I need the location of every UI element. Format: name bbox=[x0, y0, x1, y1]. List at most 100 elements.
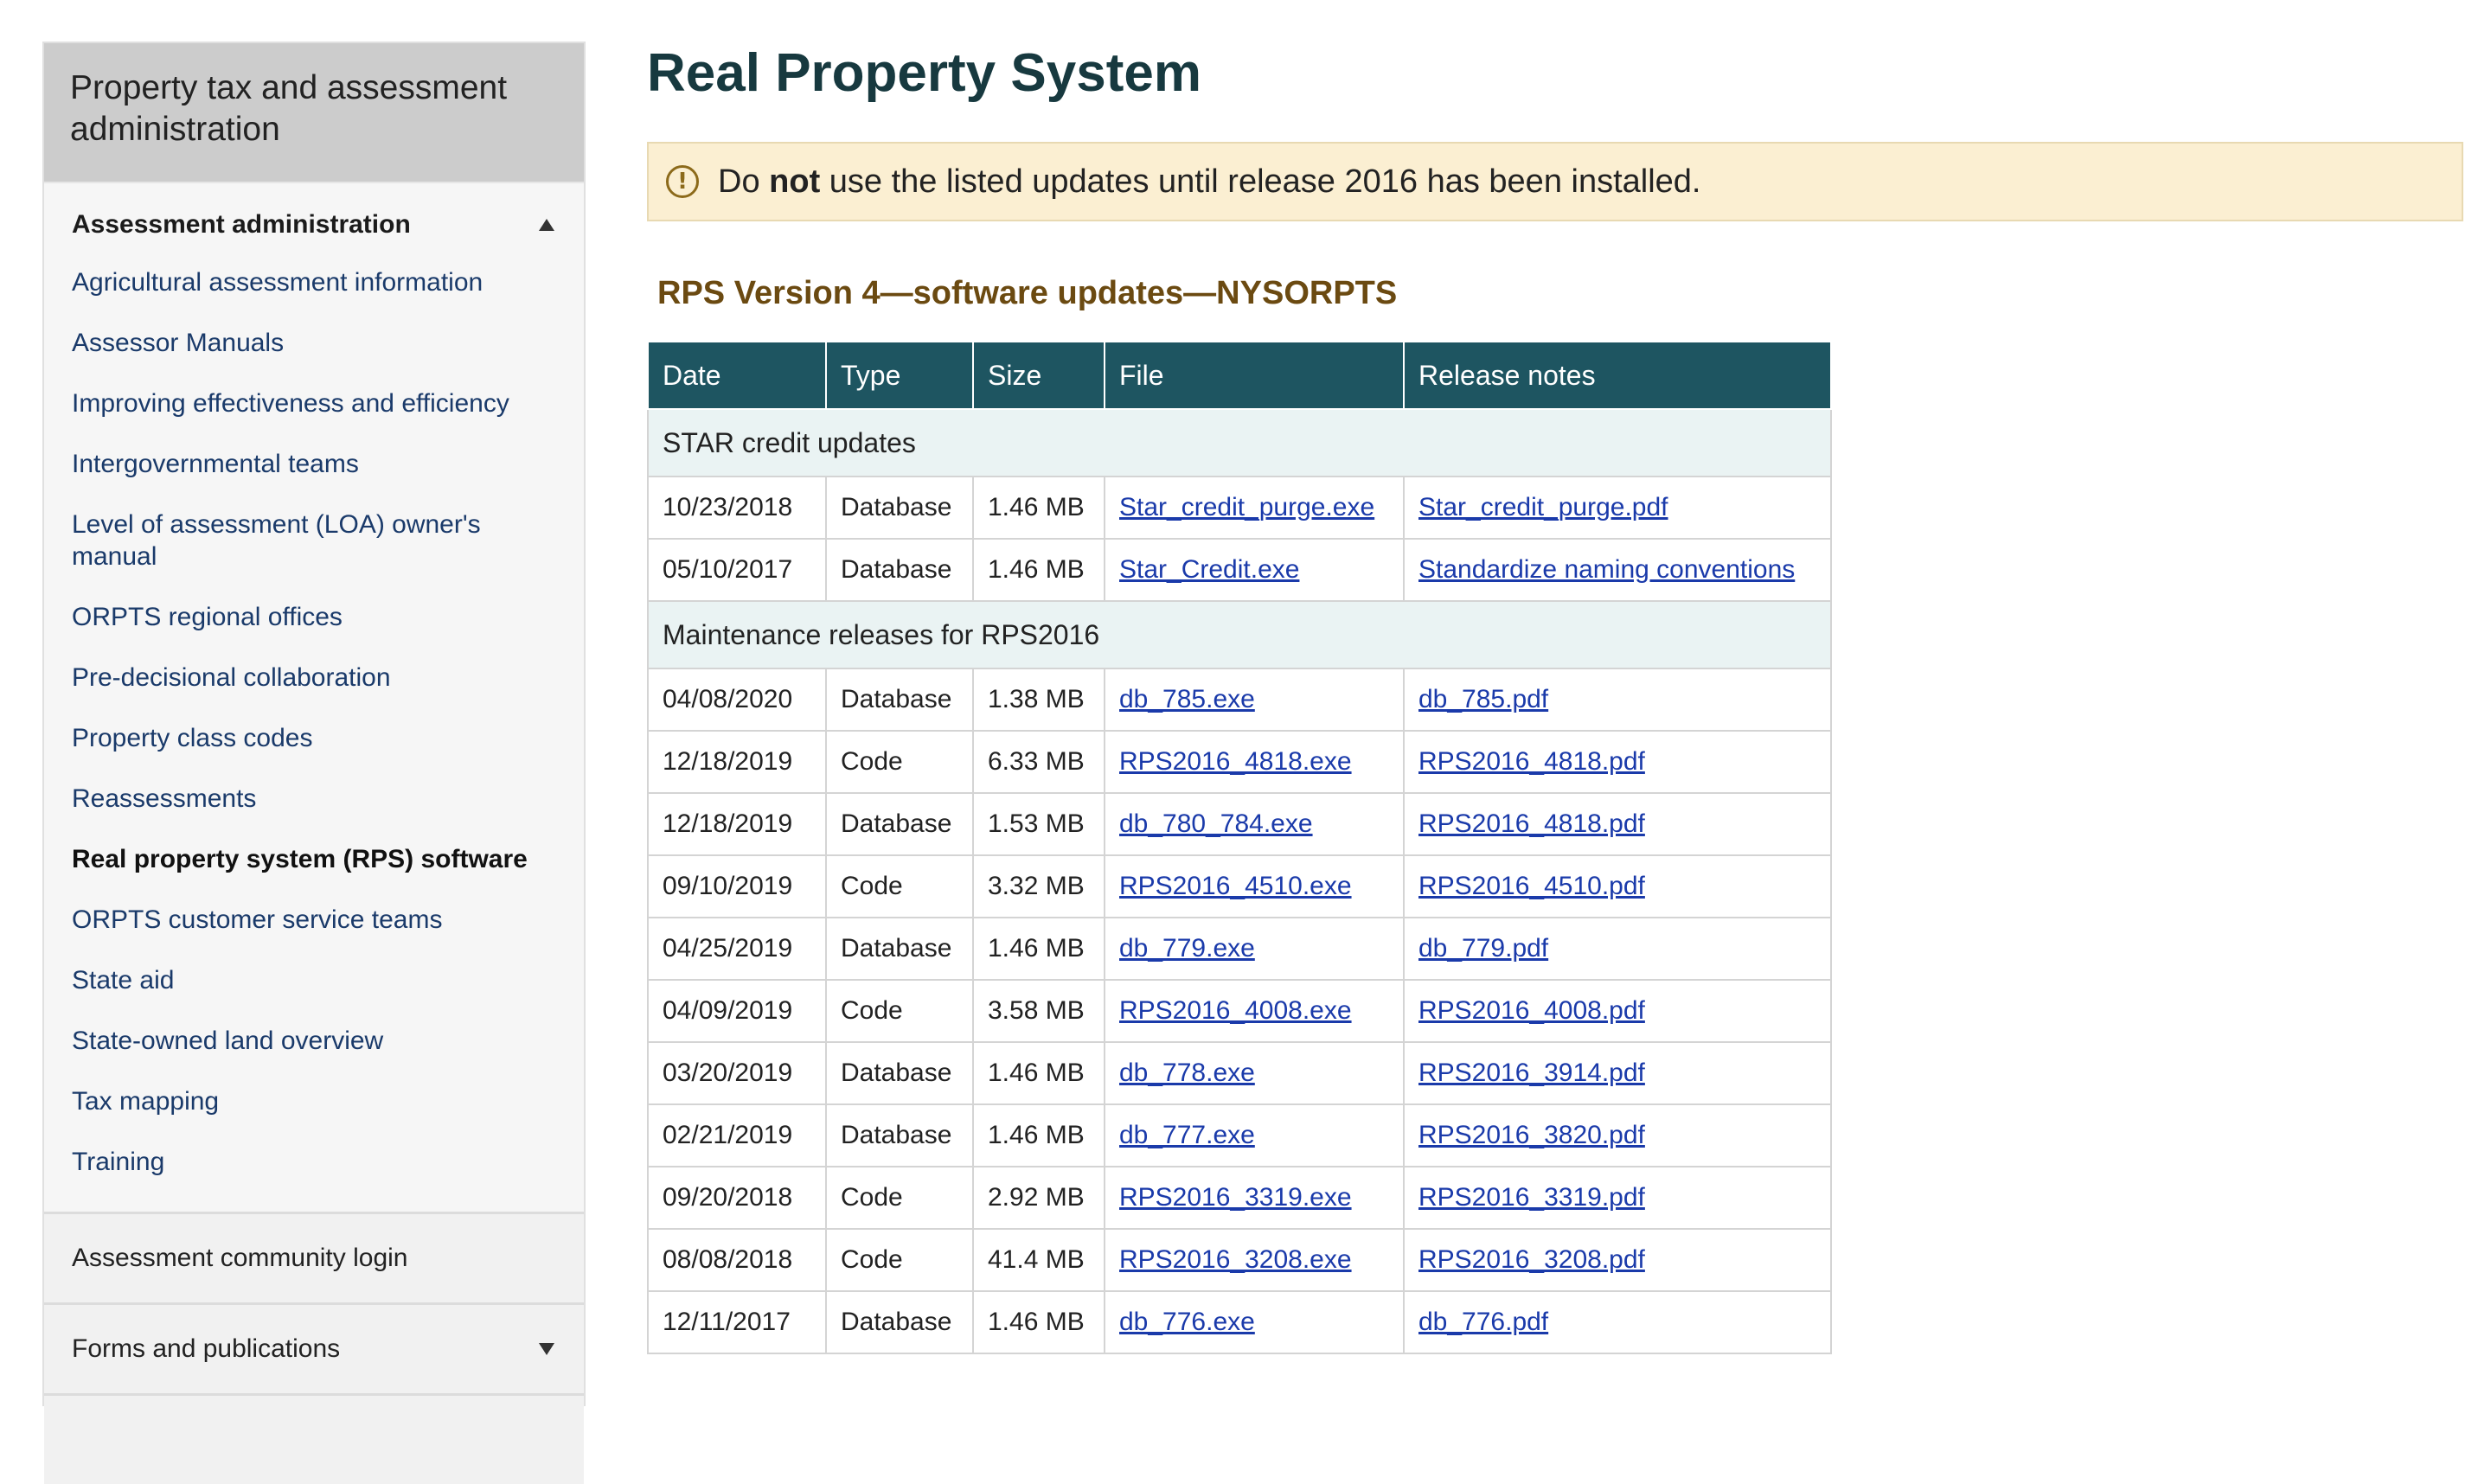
file-download-link[interactable]: RPS2016_4510.exe bbox=[1119, 872, 1352, 900]
table-row: 04/08/2020 Database 1.38 MB db_785.exe db_78… bbox=[647, 668, 1832, 732]
exclamation-circle-icon: ! bbox=[666, 165, 699, 198]
file-download-link[interactable]: db_785.exe bbox=[1119, 685, 1255, 713]
cell-date: 10/23/2018 bbox=[647, 476, 827, 540]
sidebar-item-improving-effectiveness[interactable]: Improving effectiveness and efficiency bbox=[44, 387, 584, 419]
forms-label: Forms and publications bbox=[72, 1334, 341, 1363]
sidebar-header[interactable]: Property tax and assessment administrati… bbox=[44, 43, 584, 182]
table-body: STAR credit updates 10/23/2018 Database 1.4… bbox=[647, 408, 1832, 1354]
sidebar-item-state-owned-land[interactable]: State-owned land overview bbox=[44, 1025, 584, 1057]
sidebar-item-tax-mapping[interactable]: Tax mapping bbox=[44, 1085, 584, 1117]
release-notes-link[interactable]: RPS2016_3914.pdf bbox=[1418, 1059, 1645, 1087]
cell-date: 04/25/2019 bbox=[647, 917, 827, 981]
table-row: 04/09/2019 Code 3.58 MB RPS2016_4008.exe RPS… bbox=[647, 979, 1832, 1043]
section-toggle-label: Assessment administration bbox=[72, 210, 411, 239]
column-header-type: Type bbox=[825, 341, 974, 410]
release-notes-link[interactable]: Standardize naming conventions bbox=[1418, 555, 1795, 584]
sidebar-item-pre-decisional[interactable]: Pre-decisional collaboration bbox=[44, 662, 584, 694]
release-notes-link[interactable]: RPS2016_3820.pdf bbox=[1418, 1121, 1645, 1149]
cell-size: 2.92 MB bbox=[972, 1166, 1105, 1230]
table-row: 05/10/2017 Database 1.46 MB Star_Credit.exe… bbox=[647, 538, 1832, 602]
sidebar-item-property-class-codes[interactable]: Property class codes bbox=[44, 722, 584, 754]
cell-file: RPS2016_4008.exe bbox=[1104, 979, 1405, 1043]
release-notes-link[interactable]: RPS2016_4008.pdf bbox=[1418, 996, 1645, 1025]
cell-file: db_780_784.exe bbox=[1104, 792, 1405, 856]
release-notes-link[interactable]: RPS2016_3319.pdf bbox=[1418, 1183, 1645, 1212]
sidebar-item-intergovernmental-teams[interactable]: Intergovernmental teams bbox=[44, 448, 584, 480]
table-header-row: Date Type Size File Release notes bbox=[647, 341, 1832, 410]
cell-date: 05/10/2017 bbox=[647, 538, 827, 602]
cell-type: Database bbox=[825, 1290, 974, 1354]
release-notes-link[interactable]: db_785.pdf bbox=[1418, 685, 1548, 713]
release-notes-link[interactable]: db_779.pdf bbox=[1418, 934, 1548, 963]
cell-notes: Standardize naming conventions bbox=[1403, 538, 1832, 602]
sidebar-item-rps-software[interactable]: Real property system (RPS) software bbox=[44, 843, 584, 875]
cell-size: 6.33 MB bbox=[972, 730, 1105, 794]
cell-date: 12/11/2017 bbox=[647, 1290, 827, 1354]
cell-size: 1.53 MB bbox=[972, 792, 1105, 856]
file-download-link[interactable]: RPS2016_4008.exe bbox=[1119, 996, 1352, 1025]
release-notes-link[interactable]: RPS2016_3208.pdf bbox=[1418, 1245, 1645, 1274]
sidebar-item-loa-manual[interactable]: Level of assessment (LOA) owner's manual bbox=[44, 509, 584, 572]
release-notes-link[interactable]: RPS2016_4510.pdf bbox=[1418, 872, 1645, 900]
table-row: 03/20/2019 Database 1.46 MB db_778.exe RPS20… bbox=[647, 1041, 1832, 1105]
group-title: STAR credit updates bbox=[647, 408, 1832, 477]
cell-size: 1.38 MB bbox=[972, 668, 1105, 732]
cell-notes: RPS2016_4510.pdf bbox=[1403, 854, 1832, 918]
cell-file: RPS2016_3319.exe bbox=[1104, 1166, 1405, 1230]
updates-table: Date Type Size File Release notes STAR c… bbox=[647, 341, 1832, 1354]
file-download-link[interactable]: db_777.exe bbox=[1119, 1121, 1255, 1149]
file-download-link[interactable]: RPS2016_3208.exe bbox=[1119, 1245, 1352, 1274]
file-download-link[interactable]: Star_Credit.exe bbox=[1119, 555, 1299, 584]
cell-file: Star_Credit.exe bbox=[1104, 538, 1405, 602]
file-download-link[interactable]: db_780_784.exe bbox=[1119, 809, 1313, 838]
sidebar-item-assessor-manuals[interactable]: Assessor Manuals bbox=[44, 327, 584, 359]
sidebar-item-training[interactable]: Training bbox=[44, 1146, 584, 1178]
cell-type: Code bbox=[825, 854, 974, 918]
sidebar-item-customer-service[interactable]: ORPTS customer service teams bbox=[44, 904, 584, 936]
cell-file: RPS2016_4818.exe bbox=[1104, 730, 1405, 794]
sidebar-item-reassessments[interactable]: Reassessments bbox=[44, 783, 584, 815]
warning-alert: ! Do not use the listed updates until re… bbox=[647, 142, 2463, 221]
sidebar-item-state-aid[interactable]: State aid bbox=[44, 964, 584, 996]
cell-type: Database bbox=[825, 1103, 974, 1167]
cell-type: Code bbox=[825, 730, 974, 794]
cell-date: 08/08/2018 bbox=[647, 1228, 827, 1292]
release-notes-link[interactable]: RPS2016_4818.pdf bbox=[1418, 747, 1645, 776]
cell-date: 12/18/2019 bbox=[647, 730, 827, 794]
cell-file: RPS2016_3208.exe bbox=[1104, 1228, 1405, 1292]
file-download-link[interactable]: db_776.exe bbox=[1119, 1308, 1255, 1336]
cell-size: 3.32 MB bbox=[972, 854, 1105, 918]
alert-suffix: use the listed updates until release 201… bbox=[829, 163, 1701, 200]
section-title: RPS Version 4—software updates—NYSORPTS bbox=[657, 275, 1398, 311]
file-download-link[interactable]: Star_credit_purge.exe bbox=[1119, 493, 1374, 521]
table-group-row: STAR credit updates bbox=[647, 408, 1832, 477]
assessment-administration-toggle[interactable]: Assessment administration bbox=[44, 183, 584, 266]
file-download-link[interactable]: db_778.exe bbox=[1119, 1059, 1255, 1087]
table-row: 10/23/2018 Database 1.46 MB Star_credit_pur… bbox=[647, 476, 1832, 540]
file-download-link[interactable]: RPS2016_4818.exe bbox=[1119, 747, 1352, 776]
page-title: Real Property System bbox=[647, 43, 1201, 103]
column-header-release-notes: Release notes bbox=[1403, 341, 1832, 410]
cell-file: db_776.exe bbox=[1104, 1290, 1405, 1354]
release-notes-link[interactable]: db_776.pdf bbox=[1418, 1308, 1548, 1336]
cell-size: 1.46 MB bbox=[972, 1290, 1105, 1354]
table-row: 09/10/2019 Code 3.32 MB RPS2016_4510.exe RPS… bbox=[647, 854, 1832, 918]
release-notes-link[interactable]: RPS2016_4818.pdf bbox=[1418, 809, 1645, 838]
file-download-link[interactable]: db_779.exe bbox=[1119, 934, 1255, 963]
expand-arrow-icon bbox=[539, 1343, 554, 1355]
file-download-link[interactable]: RPS2016_3319.exe bbox=[1119, 1183, 1352, 1212]
cell-date: 12/18/2019 bbox=[647, 792, 827, 856]
assessment-community-login-link[interactable]: Assessment community login bbox=[44, 1212, 584, 1302]
sidebar-nav-list: Agricultural assessment information Asse… bbox=[44, 266, 584, 1212]
cell-size: 3.58 MB bbox=[972, 979, 1105, 1043]
cell-type: Database bbox=[825, 1041, 974, 1105]
release-notes-link[interactable]: Star_credit_purge.pdf bbox=[1418, 493, 1668, 521]
forms-publications-toggle[interactable]: Forms and publications bbox=[44, 1302, 584, 1393]
cell-file: Star_credit_purge.exe bbox=[1104, 476, 1405, 540]
sidebar-item-agricultural[interactable]: Agricultural assessment information bbox=[44, 266, 584, 298]
cell-file: db_778.exe bbox=[1104, 1041, 1405, 1105]
cell-date: 02/21/2019 bbox=[647, 1103, 827, 1167]
sidebar-next-row[interactable] bbox=[44, 1393, 584, 1484]
sidebar-item-regional-offices[interactable]: ORPTS regional offices bbox=[44, 601, 584, 633]
alert-prefix: Do bbox=[718, 163, 760, 200]
